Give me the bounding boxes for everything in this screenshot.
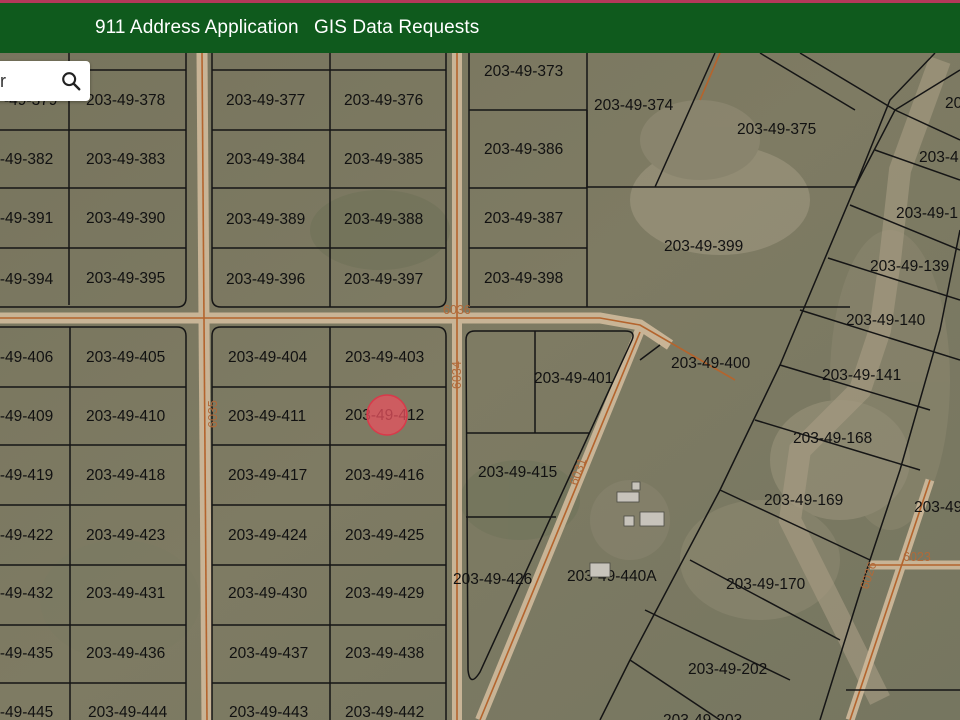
parcel-label: 203-49-443 (229, 704, 308, 720)
location-marker[interactable] (366, 394, 408, 436)
parcel-label: 203-49-140 (846, 312, 926, 329)
parcel-label: 203-49-432 (0, 585, 53, 602)
parcel-label: 203-49-415 (478, 464, 557, 481)
parcel-label: 203-49-202 (688, 661, 767, 678)
parcel-label: 203-49-435 (0, 645, 53, 662)
parcel-label: 203-49-384 (226, 151, 306, 168)
parcel-label: 203-49-411 (228, 408, 306, 425)
parcel-label: 203-49-141 (822, 367, 901, 384)
parcel-label: 203-49-387 (484, 210, 563, 227)
app-header: 911 Address Application GIS Data Request… (0, 0, 960, 53)
parcel-label: 203-49-416 (345, 467, 424, 484)
parcel-label: 203-49-386 (484, 141, 563, 158)
road-label: 6023 (903, 550, 931, 564)
road-label: 6035 (206, 400, 220, 428)
parcel-label: 203-49-425 (345, 527, 424, 544)
road-label: 6036 (443, 303, 471, 317)
parcel-label: 203-49-389 (226, 211, 305, 228)
parcel-label: 203-49-437 (229, 645, 308, 662)
parcel-label: 203-49-390 (86, 210, 166, 227)
parcel-label: 203-49-399 (664, 238, 743, 255)
parcel-label: 203-49-383 (86, 151, 165, 168)
parcel-label: 203-49-403 (345, 349, 424, 366)
map-view[interactable]: 203-49-373 203-49-374 203-49-375 203-49-… (0, 0, 960, 720)
parcel-label: 203-49-388 (344, 211, 423, 228)
parcel-label: 203-49-1 (896, 205, 958, 222)
parcel-label: 203-49-395 (86, 270, 165, 287)
parcel-label: 203-49-375 (737, 121, 816, 138)
parcel-label: 203-49-431 (86, 585, 165, 602)
search-box (0, 61, 90, 101)
parcel-label: 203-49-382 (0, 151, 53, 168)
parcel-label: 203-49-401 (534, 370, 613, 387)
parcel-label: 203-4 (919, 149, 959, 166)
parcel-label: 203-49-430 (228, 585, 308, 602)
parcel-label: 203-49-436 (86, 645, 165, 662)
search-input[interactable] (0, 61, 56, 101)
parcel-label: 203-49-410 (86, 408, 166, 425)
parcel-label: 203-49-394 (0, 271, 54, 288)
parcel-label: 203-49-405 (86, 349, 165, 366)
parcel-label: 203-49-169 (764, 492, 843, 509)
parcel-label: 203-49-373 (484, 63, 563, 80)
parcel-label: 203-49-385 (344, 151, 423, 168)
parcel-label: 203-49-442 (345, 704, 424, 720)
parcel-label: 203-49-203 (663, 712, 742, 720)
parcel-label: 203-49-422 (0, 527, 53, 544)
parcel-label: 203-49-400 (671, 355, 751, 372)
parcel-label: 203-49-419 (0, 467, 53, 484)
parcel-label: 203-49-396 (226, 271, 305, 288)
parcel-label: 203-49-168 (793, 430, 872, 447)
parcel-label: 203-49-397 (344, 271, 423, 288)
parcel-label: 203-49-404 (228, 349, 308, 366)
parcel-label: 203-49-424 (228, 527, 308, 544)
parcel-label: 203-49-409 (0, 408, 53, 425)
parcel-label: 203-49-376 (344, 92, 423, 109)
parcel-label: 203-49-418 (86, 467, 165, 484)
parcel-label: 203-49-398 (484, 270, 563, 287)
parcel-label: 203-49-378 (86, 92, 165, 109)
parcel-label: 203-49-426 (453, 571, 532, 588)
parcel-label: 203-49-429 (345, 585, 424, 602)
parcel-label: 203- (945, 95, 960, 112)
parcel-label: 203-49 (914, 499, 960, 516)
nav-link-gis-data-requests[interactable]: GIS Data Requests (314, 17, 479, 39)
parcel-label: 203-49-377 (226, 92, 305, 109)
parcel-label: 203-49-438 (345, 645, 424, 662)
parcel-label: 203-49-170 (726, 576, 806, 593)
nav-link-911-address-application[interactable]: 911 Address Application (95, 17, 299, 39)
road-label: 6034 (450, 361, 464, 389)
parcel-label: 203-49-440A (567, 568, 657, 585)
search-icon[interactable] (60, 70, 82, 92)
parcel-label: 203-49-423 (86, 527, 165, 544)
parcel-label: 203-49-406 (0, 349, 53, 366)
parcel-label: 203-49-444 (88, 704, 168, 720)
parcel-label: 203-49-374 (594, 97, 674, 114)
parcel-label: 203-49-417 (228, 467, 307, 484)
parcel-label: 203-49-445 (0, 704, 53, 720)
parcel-label: 203-49-139 (870, 258, 949, 275)
parcel-label: 203-49-391 (0, 210, 53, 227)
